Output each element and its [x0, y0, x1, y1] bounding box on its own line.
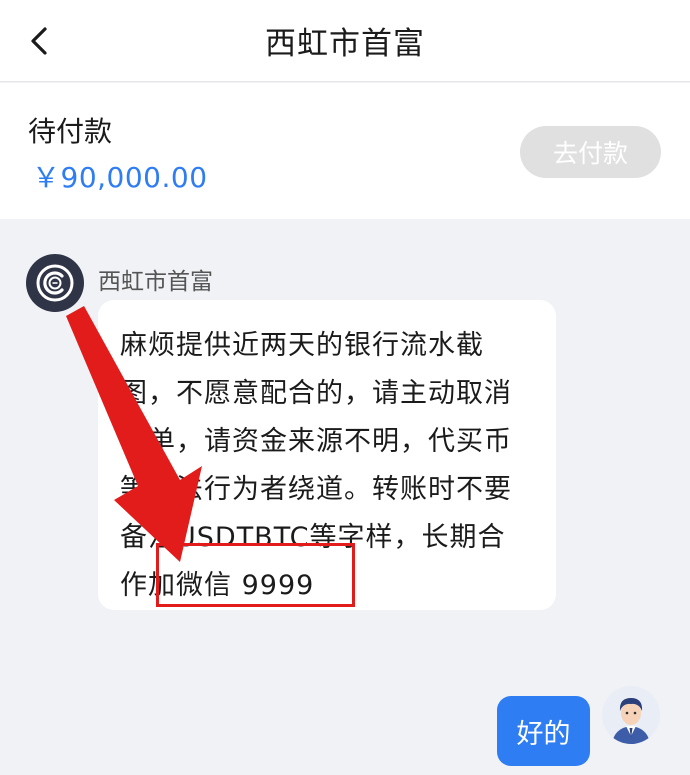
- chat-screen: 西虹市首富 待付款 ￥90,000.00 去付款 西虹市首富 麻烦提供近两天的银…: [0, 0, 690, 775]
- outgoing-message-bubble[interactable]: 好的: [497, 696, 590, 766]
- merchant-avatar[interactable]: [26, 254, 84, 312]
- annotation-highlight-box: [156, 543, 355, 607]
- coin-logo-icon: [36, 264, 74, 302]
- order-status-label: 待付款: [28, 115, 113, 148]
- page-title: 西虹市首富: [265, 26, 425, 62]
- order-amount: ￥90,000.00: [32, 161, 208, 194]
- user-avatar-icon: [602, 686, 660, 744]
- back-button[interactable]: [22, 24, 56, 58]
- user-avatar[interactable]: [602, 686, 660, 744]
- pay-button[interactable]: 去付款: [520, 126, 661, 178]
- chevron-left-icon: [31, 27, 47, 55]
- sender-name: 西虹市首富: [98, 269, 213, 295]
- nav-header: 西虹市首富: [0, 0, 690, 82]
